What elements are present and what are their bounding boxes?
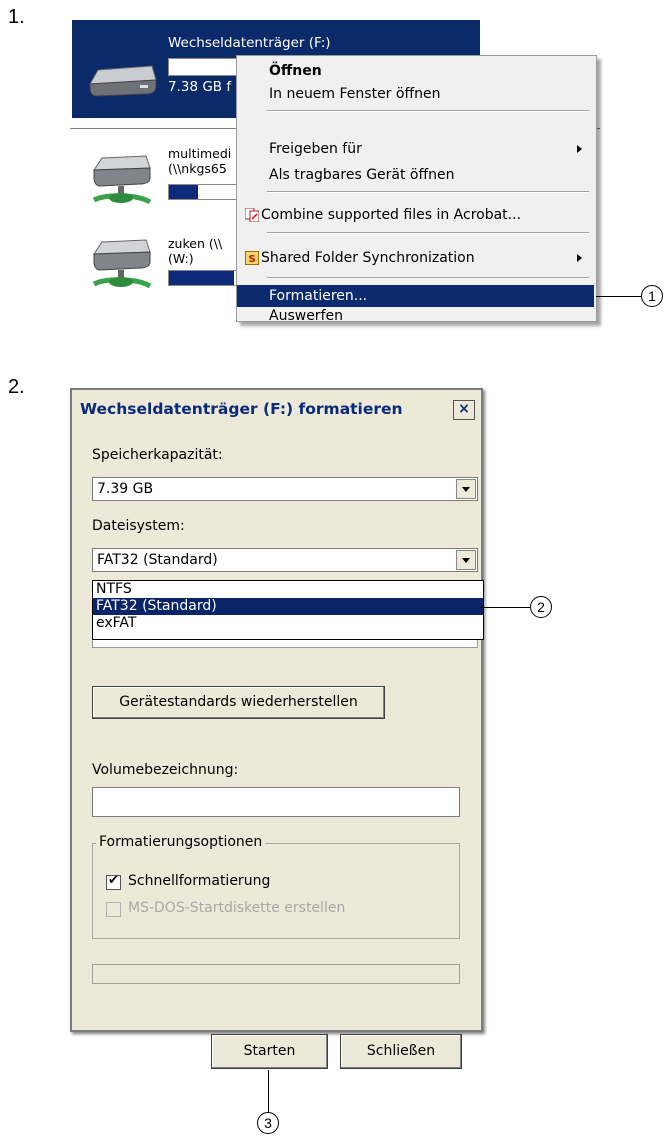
menu-separator [267, 191, 589, 193]
dialog-title: Wechseldatenträger (F:) formatieren [80, 400, 403, 418]
network-drive-1-label-line2: (\\nkgs65 [168, 161, 227, 176]
network-drive-1-bar [168, 184, 238, 200]
network-drive-2-bar [168, 270, 238, 286]
format-progress-bar [92, 964, 460, 984]
network-drive-2-fill [169, 271, 234, 285]
callout-1-line [596, 296, 641, 297]
capacity-label: Speicherkapazität: [92, 447, 223, 463]
quick-format-checkbox[interactable]: ✔ [106, 873, 121, 890]
option-exfat[interactable]: exFAT [93, 615, 483, 632]
drive-size-label: 7.38 GB f [168, 79, 232, 95]
menu-item-share-with[interactable]: Freigeben für [237, 138, 594, 160]
checkmark-icon: ✔ [108, 873, 119, 888]
dialog-title-bar[interactable]: Wechseldatenträger (F:) formatieren × [72, 390, 481, 428]
close-button[interactable]: Schließen [340, 1034, 462, 1069]
drive-name-label: Wechseldatenträger (F:) [168, 35, 331, 51]
network-drive-icon [92, 155, 152, 205]
callout-2-marker: 2 [530, 596, 552, 618]
chevron-down-icon[interactable] [456, 479, 476, 499]
start-button[interactable]: Starten [211, 1034, 328, 1069]
chevron-down-icon[interactable] [456, 550, 476, 570]
acrobat-icon [245, 208, 259, 222]
callout-1-marker: 1 [641, 285, 663, 307]
format-dialog: Wechseldatenträger (F:) formatieren × Sp… [70, 388, 484, 1069]
format-options-group [92, 843, 460, 939]
capacity-value: 7.39 GB [97, 481, 154, 497]
filesystem-select[interactable]: FAT32 (Standard) [92, 548, 478, 572]
menu-item-combine-acrobat[interactable]: Combine supported files in Acrobat... [237, 204, 594, 226]
submenu-arrow-icon [577, 145, 582, 153]
volume-label-label: Volumebezeichnung: [92, 762, 239, 778]
step-number-2: 2. [8, 376, 25, 398]
menu-item-shared-folder-sync[interactable]: S Shared Folder Synchronization [237, 247, 594, 269]
callout-3-marker: 3 [257, 1112, 279, 1134]
svg-text:S: S [249, 254, 256, 265]
network-drive-1-fill [169, 185, 198, 199]
sync-folder-icon: S [245, 251, 259, 265]
menu-item-eject[interactable]: Auswerfen [237, 305, 594, 327]
filesystem-value: FAT32 (Standard) [97, 552, 218, 568]
menu-item-format[interactable]: Formatieren... [237, 285, 594, 307]
submenu-arrow-icon [577, 254, 582, 262]
menu-separator [267, 110, 589, 112]
option-ntfs[interactable]: NTFS [93, 581, 483, 598]
menu-separator [267, 277, 589, 279]
quick-format-label: Schnellformatierung [128, 873, 271, 889]
filesystem-label: Dateisystem: [92, 518, 185, 534]
option-fat32[interactable]: FAT32 (Standard) [93, 598, 483, 615]
menu-item-open-as-portable[interactable]: Als tragbares Gerät öffnen [237, 164, 594, 186]
network-drive-1-label-line1: multimedi [168, 146, 232, 161]
close-icon[interactable]: × [453, 400, 475, 420]
menu-separator [267, 232, 589, 234]
restore-defaults-button[interactable]: Gerätestandards wiederherstellen [92, 686, 385, 719]
filesystem-dropdown-list: NTFS FAT32 (Standard) exFAT [92, 580, 484, 640]
capacity-select[interactable]: 7.39 GB [92, 477, 478, 501]
callout-3-line [268, 1070, 269, 1112]
volume-label-input[interactable] [92, 787, 460, 817]
context-menu: Öffnen In neuem Fenster öffnen Freigeben… [236, 55, 597, 324]
menu-item-open-new-window[interactable]: In neuem Fenster öffnen [237, 83, 594, 105]
msdos-startdisk-checkbox [106, 902, 121, 917]
network-drive-icon [92, 239, 152, 289]
menu-item-open[interactable]: Öffnen [237, 60, 594, 82]
format-options-legend: Formatierungsoptionen [96, 834, 266, 850]
network-drive-2-label-line2: (W:) [168, 251, 194, 266]
network-drive-2-label-line1: zuken (\\ [168, 236, 223, 251]
removable-drive-icon [89, 65, 157, 97]
step-number-1: 1. [8, 6, 25, 28]
msdos-startdisk-label: MS-DOS-Startdiskette erstellen [128, 900, 346, 916]
callout-2-line [480, 607, 530, 608]
